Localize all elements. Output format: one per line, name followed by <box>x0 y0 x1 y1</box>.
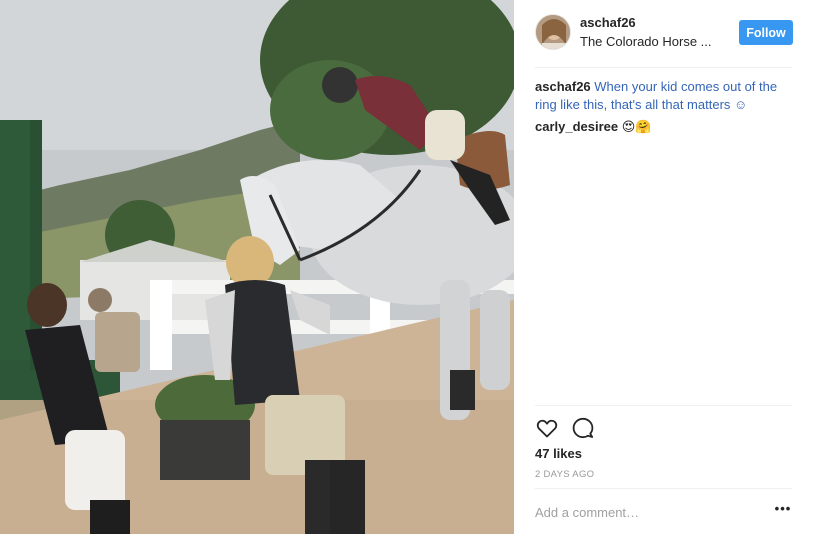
action-bar <box>535 405 792 445</box>
comment-item: aschaf26 When your kid comes out of the … <box>535 78 792 114</box>
photo-illustration <box>0 0 514 534</box>
post-header: aschaf26 The Colorado Horse ... Follow <box>535 12 793 68</box>
comment-list: aschaf26 When your kid comes out of the … <box>535 78 792 140</box>
author-avatar[interactable] <box>535 14 571 50</box>
add-comment-bar: ••• <box>535 488 792 534</box>
like-count[interactable]: 47 likes <box>535 446 582 461</box>
comment-text: 😍🤗 <box>621 119 652 134</box>
comment-input[interactable] <box>535 503 755 521</box>
comment-username[interactable]: aschaf26 <box>535 79 591 94</box>
ellipsis-icon[interactable]: ••• <box>773 501 793 521</box>
post-sidebar: aschaf26 The Colorado Horse ... Follow a… <box>514 0 813 534</box>
comment-username[interactable]: carly_desiree <box>535 119 618 134</box>
comment-item: carly_desiree 😍🤗 <box>535 118 792 136</box>
author-username[interactable]: aschaf26 <box>580 15 636 30</box>
post-photo[interactable] <box>0 0 514 534</box>
instagram-post: aschaf26 The Colorado Horse ... Follow a… <box>0 0 813 534</box>
follow-button[interactable]: Follow <box>739 20 793 45</box>
speech-bubble-icon[interactable] <box>571 416 595 440</box>
post-date: 2 DAYS AGO <box>535 469 595 480</box>
heart-outline-icon[interactable] <box>535 416 559 440</box>
post-location[interactable]: The Colorado Horse ... <box>580 34 720 49</box>
